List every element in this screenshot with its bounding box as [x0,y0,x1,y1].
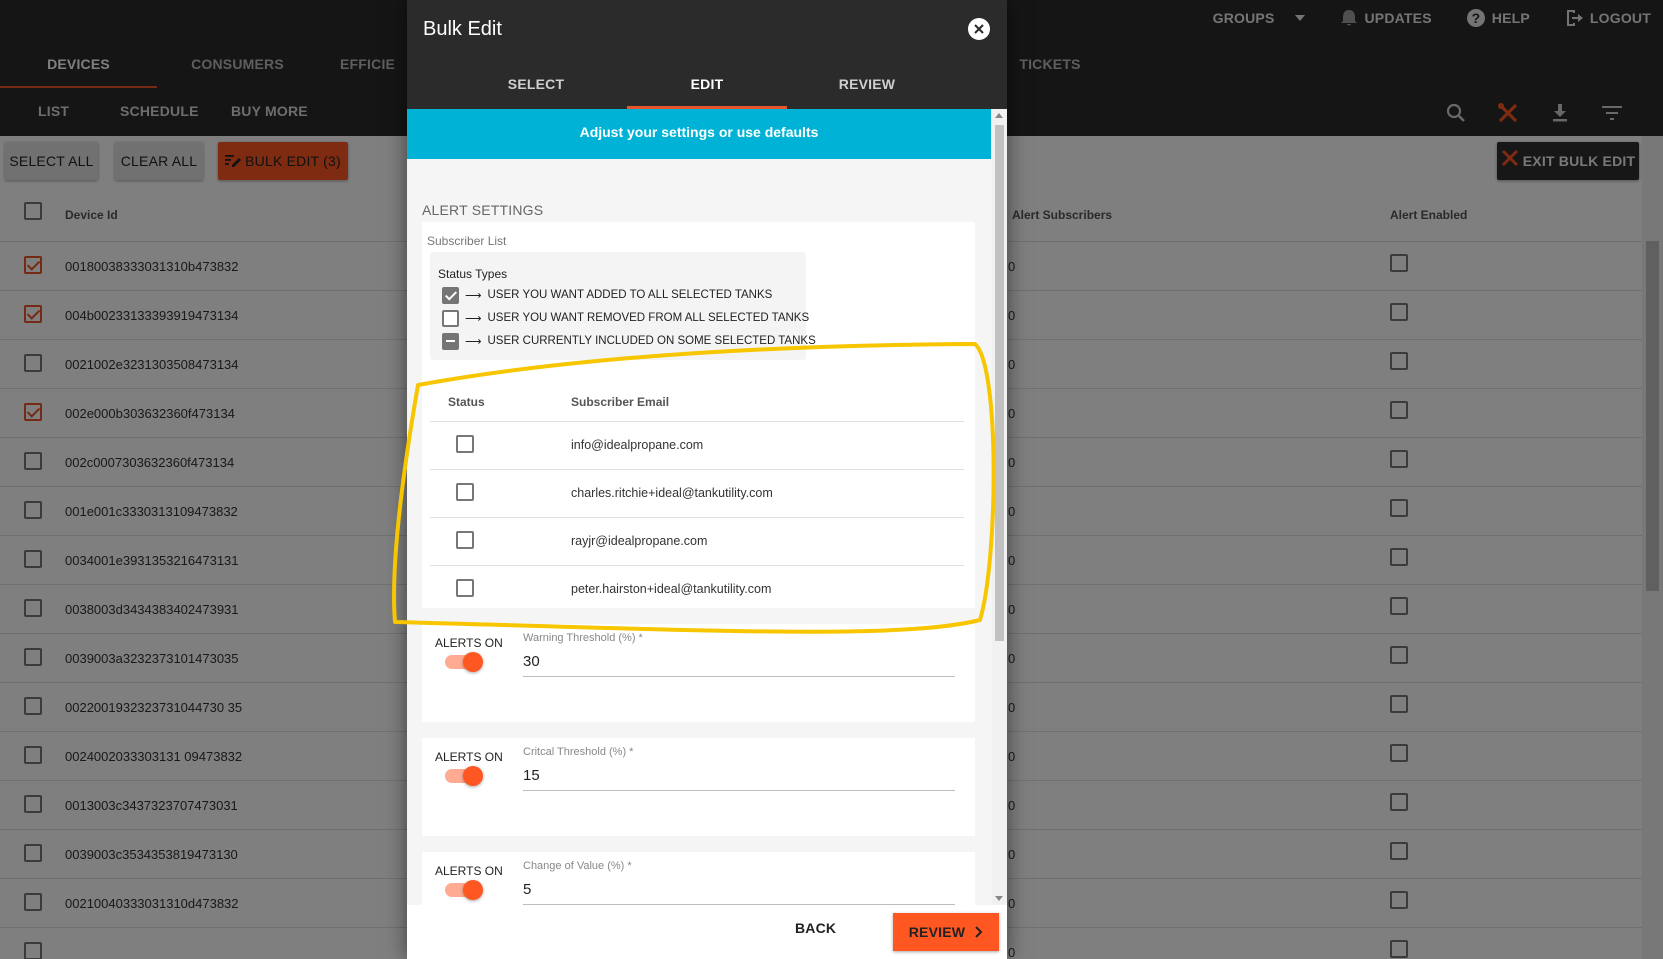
table-row: peter.hairston+ideal@tankutility.com [430,566,964,614]
checked-checkbox-icon [442,286,459,304]
subscriber-email: rayjr@idealpropane.com [571,534,708,548]
arrow-right-icon: ⟶ [465,336,482,348]
subscriber-status-checkbox[interactable] [456,483,474,501]
table-row: info@idealpropane.com [430,422,964,470]
modal-title: Bulk Edit [423,18,502,40]
change-of-value-card: ALERTS ON Change of Value (%) * 5 [422,852,975,905]
indeterminate-checkbox-icon [442,332,459,350]
section-title: ALERT SETTINGS [422,202,544,218]
status-types-title: Status Types [438,267,508,281]
status-type-label: USER CURRENTLY INCLUDED ON SOME SELECTED… [487,335,816,347]
modal-tab-review[interactable]: REVIEW [787,72,947,109]
modal-tab-select[interactable]: SELECT [456,72,616,109]
table-row: rayjr@idealpropane.com [430,518,964,566]
arrow-right-icon: ⟶ [465,290,482,302]
change-of-value-input[interactable]: 5 [523,879,955,905]
review-button[interactable]: REVIEW [893,913,999,951]
subscriber-list-title: Subscriber List [427,234,507,248]
alerts-on-label: ALERTS ON [435,864,503,878]
alerts-toggle[interactable] [445,652,483,672]
warning-threshold-label: Warning Threshold (%) * [523,632,643,644]
subscriber-status-checkbox[interactable] [456,579,474,597]
column-status: Status [448,395,485,409]
chevron-right-icon [975,914,983,952]
alerts-on-label: ALERTS ON [435,636,503,650]
subscriber-status-checkbox[interactable] [456,435,474,453]
review-label: REVIEW [908,924,966,940]
back-button[interactable]: BACK [795,920,836,936]
subscriber-email: info@idealpropane.com [571,438,704,452]
table-row: charles.ritchie+ideal@tankutility.com [430,470,964,518]
critical-threshold-input[interactable]: 15 [523,765,955,791]
info-banner: Adjust your settings or use defaults [407,109,991,159]
warning-threshold-card: ALERTS ON Warning Threshold (%) * 30 [422,624,975,722]
status-type-partial: ⟶ USER CURRENTLY INCLUDED ON SOME SELECT… [442,332,816,350]
modal-body: Adjust your settings or use defaults ALE… [407,109,1007,905]
subscriber-list-card: Subscriber List Status Types ⟶ USER YOU … [422,222,975,608]
warning-threshold-input[interactable]: 30 [523,651,955,677]
unchecked-checkbox-icon [442,309,459,327]
subscriber-table-header: Status Subscriber Email [430,380,964,422]
critical-threshold-card: ALERTS ON Critcal Threshold (%) * 15 [422,738,975,836]
modal-scrollbar[interactable] [992,109,1007,905]
change-of-value-label: Change of Value (%) * [523,860,632,872]
status-type-removed: ⟶ USER YOU WANT REMOVED FROM ALL SELECTE… [442,309,809,327]
subscriber-status-checkbox[interactable] [456,531,474,549]
status-type-label: USER YOU WANT REMOVED FROM ALL SELECTED … [487,312,810,324]
close-icon[interactable] [968,18,990,40]
subscriber-email: charles.ritchie+ideal@tankutility.com [571,486,773,500]
status-type-label: USER YOU WANT ADDED TO ALL SELECTED TANK… [487,289,773,301]
subscriber-email: peter.hairston+ideal@tankutility.com [571,582,772,596]
modal-tab-edit[interactable]: EDIT [627,72,787,109]
bulk-edit-modal: Bulk Edit SELECT EDIT REVIEW Adjust your… [407,0,1007,959]
modal-footer: BACK REVIEW [407,905,1007,959]
alerts-toggle[interactable] [445,766,483,786]
critical-threshold-label: Critcal Threshold (%) * [523,746,634,758]
modal-scrollbar-thumb[interactable] [995,125,1004,641]
status-types-legend: Status Types ⟶ USER YOU WANT ADDED TO AL… [430,252,816,360]
arrow-right-icon: ⟶ [465,313,482,325]
status-type-added: ⟶ USER YOU WANT ADDED TO ALL SELECTED TA… [442,286,772,304]
scroll-up-icon[interactable] [995,113,1003,118]
alerts-on-label: ALERTS ON [435,750,503,764]
scroll-down-icon[interactable] [995,896,1003,901]
column-subscriber-email: Subscriber Email [571,395,670,409]
modal-header: Bulk Edit SELECT EDIT REVIEW [407,0,1007,109]
alerts-toggle[interactable] [445,880,483,900]
